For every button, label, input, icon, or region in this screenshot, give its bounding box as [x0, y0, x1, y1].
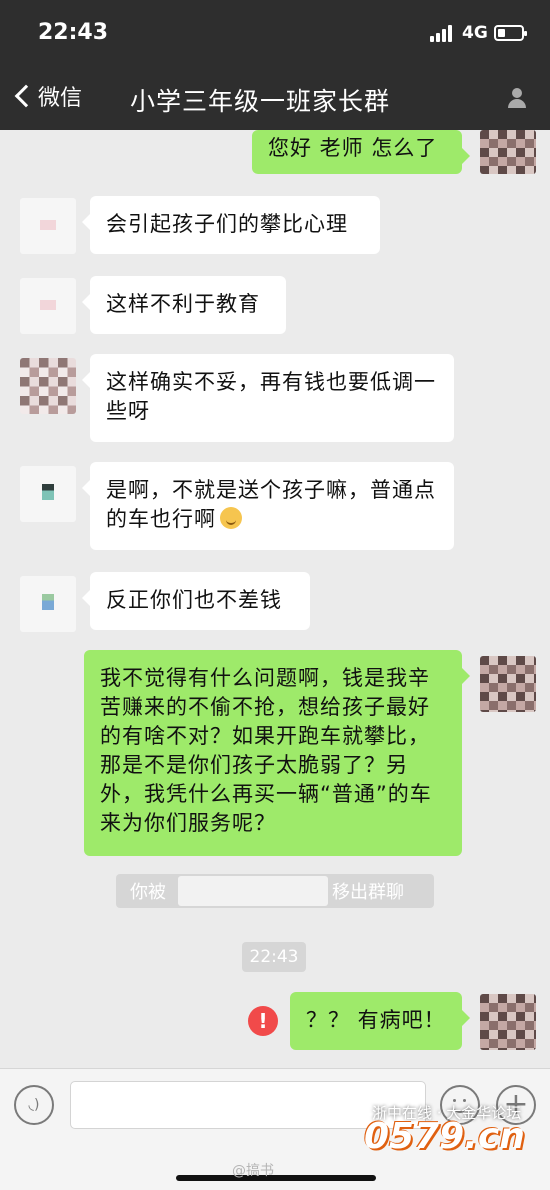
message-text: 是啊，不就是送个孩子嘛，普通点的车也行啊	[106, 478, 436, 531]
message-text: 会引起孩子们的攀比心理	[106, 212, 348, 236]
message-text: 反正你们也不差钱	[106, 588, 282, 612]
weibo-watermark: @搞书	[232, 1163, 274, 1179]
message-text: 我不觉得有什么问题啊，钱是我辛苦赚来的不偷不抢，想给孩子最好的有啥不对？如果开跑…	[100, 666, 432, 835]
chat-area[interactable]: 您好 老师 怎么了 会引起孩子们的攀比心理 这样不利于教育 这样确实不妥，再有钱…	[0, 130, 550, 1068]
message-bubble[interactable]: 您好 老师 怎么了	[252, 130, 470, 174]
message-text: 这样确实不妥，再有钱也要低调一些呀	[106, 370, 436, 423]
input-bar: ◟) +	[0, 1068, 550, 1190]
back-label: 微信	[38, 86, 83, 111]
status-bar: 22:43 4G	[0, 0, 550, 64]
avatar[interactable]	[480, 994, 536, 1050]
message-text: 您好 老师 怎么了	[268, 136, 438, 160]
laugh-emoji-icon	[220, 507, 242, 529]
avatar[interactable]	[480, 130, 536, 174]
timestamp: 22:43	[242, 942, 306, 972]
message-bubble[interactable]: 会引起孩子们的攀比心理	[82, 196, 380, 254]
avatar[interactable]	[480, 656, 536, 712]
chat-title: 小学三年级一班家长群	[130, 87, 391, 116]
message-bubble[interactable]: 这样确实不妥，再有钱也要低调一些呀	[82, 354, 454, 442]
plus-icon[interactable]: +	[496, 1085, 536, 1125]
network-type: 4G	[462, 23, 488, 43]
chat-info-icon[interactable]	[506, 88, 528, 108]
nav-bar: 微信 小学三年级一班家长群	[0, 64, 550, 172]
signal-icon	[430, 24, 456, 42]
avatar[interactable]	[20, 466, 76, 522]
message-text: 这样不利于教育	[106, 292, 260, 316]
chevron-left-icon	[14, 84, 38, 108]
home-indicator	[176, 1175, 376, 1181]
system-note: 你被 移出群聊	[116, 874, 434, 908]
system-note-suffix: 移出群聊	[332, 882, 404, 903]
message-bubble[interactable]: ？？ 有病吧！	[290, 992, 470, 1050]
emoji-icon[interactable]	[440, 1085, 480, 1125]
message-input[interactable]	[70, 1081, 426, 1129]
voice-icon[interactable]: ◟)	[14, 1085, 54, 1125]
send-failed-icon[interactable]: !	[248, 1006, 278, 1036]
message-bubble[interactable]: 我不觉得有什么问题啊，钱是我辛苦赚来的不偷不抢，想给孩子最好的有啥不对？如果开跑…	[84, 650, 470, 856]
status-time: 22:43	[38, 20, 109, 45]
avatar[interactable]	[20, 358, 76, 414]
system-note-prefix: 你被	[130, 882, 166, 903]
avatar[interactable]	[20, 576, 76, 632]
battery-icon	[494, 25, 527, 41]
back-button[interactable]: 微信	[12, 78, 82, 114]
message-bubble[interactable]: 反正你们也不差钱	[82, 572, 310, 630]
redacted-name	[178, 876, 328, 906]
avatar[interactable]	[20, 198, 76, 254]
message-text: ？？ 有病吧！	[306, 1008, 446, 1032]
message-bubble[interactable]: 是啊，不就是送个孩子嘛，普通点的车也行啊	[82, 462, 454, 550]
message-bubble[interactable]: 这样不利于教育	[82, 276, 286, 334]
avatar[interactable]	[20, 278, 76, 334]
